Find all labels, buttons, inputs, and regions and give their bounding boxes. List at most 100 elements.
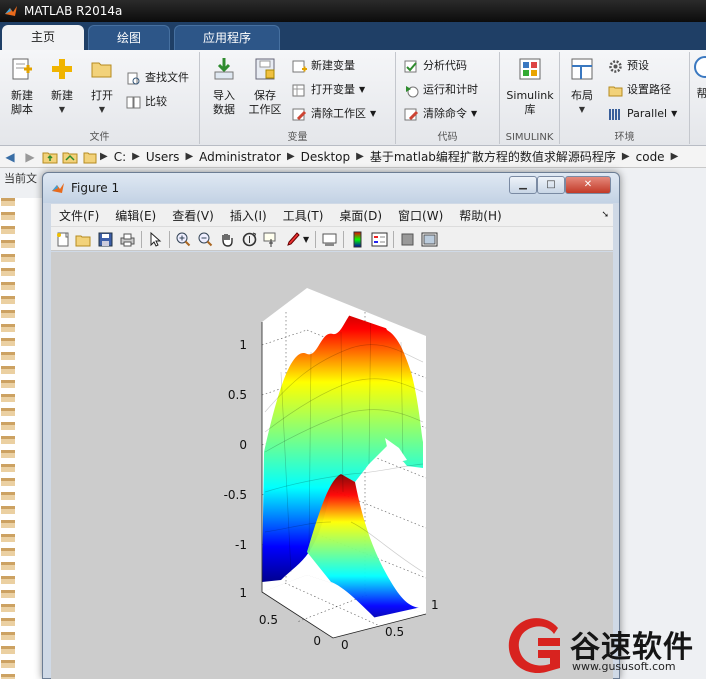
open-label: 打开 bbox=[91, 89, 113, 102]
browse-folder-icon[interactable] bbox=[60, 147, 80, 167]
preferences-button[interactable]: 预设 bbox=[608, 56, 649, 76]
simulink-library-button[interactable]: Simulink 库 bbox=[504, 56, 556, 117]
zoom-in-icon[interactable] bbox=[175, 231, 192, 248]
open-file-icon[interactable] bbox=[75, 231, 92, 248]
analyze-code-button[interactable]: 分析代码 bbox=[404, 56, 467, 76]
section-simulink-label: SIMULINK bbox=[505, 132, 554, 143]
breadcrumb-desktop[interactable]: Desktop bbox=[295, 150, 357, 164]
current-folder-header: 当前文 bbox=[4, 172, 37, 185]
show-plot-tools-icon[interactable] bbox=[421, 231, 438, 248]
import-data-icon bbox=[214, 58, 234, 80]
simulink-library-icon bbox=[519, 58, 541, 80]
select-pointer-icon[interactable] bbox=[147, 231, 164, 248]
insert-legend-icon[interactable] bbox=[371, 231, 388, 248]
compare-icon bbox=[126, 96, 141, 108]
new-variable-button[interactable]: 新建变量 bbox=[292, 56, 355, 76]
set-path-icon bbox=[608, 86, 623, 96]
breadcrumb-project[interactable]: 基于matlab编程扩散方程的数值求解源码程序 bbox=[364, 148, 622, 165]
run-and-time-button[interactable]: 运行和计时 bbox=[404, 80, 478, 100]
preferences-label: 预设 bbox=[627, 59, 649, 72]
file-icons-column bbox=[1, 198, 15, 679]
clear-workspace-label: 清除工作区 bbox=[311, 107, 366, 120]
menu-window[interactable]: 窗口(W) bbox=[390, 207, 451, 224]
brush-icon[interactable] bbox=[285, 231, 302, 248]
section-simulink: Simulink 库 SIMULINK bbox=[500, 52, 560, 144]
matlab-logo-icon bbox=[52, 183, 64, 193]
analyze-code-label: 分析代码 bbox=[423, 59, 467, 72]
maximize-button[interactable]: □ bbox=[537, 176, 565, 194]
close-button[interactable]: ✕ bbox=[565, 176, 611, 194]
rotate-3d-icon[interactable] bbox=[241, 231, 258, 248]
path-separator-icon: ▶ bbox=[621, 151, 630, 162]
new-button[interactable]: 新建 ▼ bbox=[44, 56, 80, 117]
clear-commands-button[interactable]: 清除命令 ▼ bbox=[404, 104, 477, 124]
minimize-button[interactable]: ▁ bbox=[509, 176, 537, 194]
set-path-label: 设置路径 bbox=[627, 83, 671, 96]
menu-edit[interactable]: 编辑(E) bbox=[107, 207, 164, 224]
menu-view[interactable]: 查看(V) bbox=[164, 207, 222, 224]
menu-file[interactable]: 文件(F) bbox=[51, 207, 107, 224]
clear-commands-dropdown-icon: ▼ bbox=[471, 109, 478, 118]
z-tick-label: 0.5 bbox=[228, 388, 247, 402]
breadcrumb-users[interactable]: Users bbox=[140, 150, 186, 164]
layout-label: 布局 bbox=[571, 89, 593, 102]
new-script-label-2: 脚本 bbox=[11, 103, 33, 116]
breadcrumb-administrator[interactable]: Administrator bbox=[193, 150, 287, 164]
open-variable-button[interactable]: 打开变量 ▼ bbox=[292, 80, 365, 100]
save-icon[interactable] bbox=[97, 231, 114, 248]
tab-home[interactable]: 主页 bbox=[2, 25, 84, 50]
toolbar-divider bbox=[393, 231, 394, 248]
help-button[interactable]: 帮 bbox=[692, 54, 706, 101]
parallel-dropdown-icon: ▼ bbox=[671, 109, 678, 118]
data-cursor-icon[interactable] bbox=[263, 231, 280, 248]
forward-arrow-icon[interactable]: ▶ bbox=[20, 147, 40, 167]
dock-arrow-icon[interactable]: ➘ bbox=[601, 210, 609, 220]
set-path-button[interactable]: 设置路径 bbox=[608, 80, 671, 100]
pan-hand-icon[interactable] bbox=[219, 231, 236, 248]
layout-icon bbox=[571, 58, 593, 80]
open-button[interactable]: 打开 ▼ bbox=[84, 56, 120, 117]
brush-dropdown-icon[interactable]: ▼ bbox=[303, 231, 311, 248]
simulink-label-1: Simulink bbox=[506, 89, 554, 102]
new-dropdown-arrow-icon: ▼ bbox=[58, 105, 66, 114]
layout-dropdown-arrow-icon: ▼ bbox=[578, 105, 586, 114]
menu-help[interactable]: 帮助(H) bbox=[451, 207, 509, 224]
tab-plots[interactable]: 绘图 bbox=[88, 25, 170, 50]
z-tick-label: -1 bbox=[235, 538, 247, 552]
link-plot-icon[interactable] bbox=[321, 231, 338, 248]
new-figure-icon[interactable] bbox=[55, 231, 72, 248]
figure-window[interactable]: Figure 1 ▁ □ ✕ 文件(F) 编辑(E) 查看(V) 插入(I) 工… bbox=[42, 172, 620, 679]
folder-open-icon bbox=[91, 62, 112, 78]
clear-commands-icon bbox=[404, 108, 419, 120]
plus-icon bbox=[52, 59, 72, 79]
breadcrumb-code[interactable]: code bbox=[630, 150, 671, 164]
zoom-out-icon[interactable] bbox=[197, 231, 214, 248]
simulink-label-2: 库 bbox=[524, 103, 536, 116]
save-workspace-button[interactable]: 保存 工作区 bbox=[244, 56, 286, 117]
clear-workspace-button[interactable]: 清除工作区 ▼ bbox=[292, 104, 376, 124]
insert-colorbar-icon[interactable] bbox=[349, 231, 366, 248]
tab-apps[interactable]: 应用程序 bbox=[174, 25, 280, 50]
find-files-button[interactable]: 查找文件 bbox=[126, 68, 189, 88]
back-arrow-icon[interactable]: ◀ bbox=[0, 147, 20, 167]
compare-button[interactable]: 比较 bbox=[126, 92, 167, 112]
up-folder-icon[interactable] bbox=[40, 147, 60, 167]
parallel-label: Parallel bbox=[627, 107, 668, 120]
layout-button[interactable]: 布局 ▼ bbox=[564, 56, 600, 117]
hide-plot-tools-icon[interactable] bbox=[399, 231, 416, 248]
gear-icon bbox=[609, 59, 622, 73]
import-data-button[interactable]: 导入 数据 bbox=[206, 56, 242, 117]
toolbar-divider bbox=[141, 231, 142, 248]
menu-insert[interactable]: 插入(I) bbox=[222, 207, 275, 224]
path-separator-icon: ▶ bbox=[286, 151, 295, 162]
open-variable-label: 打开变量 bbox=[311, 83, 355, 96]
menu-tools[interactable]: 工具(T) bbox=[275, 207, 332, 224]
print-icon[interactable] bbox=[119, 231, 136, 248]
new-label: 新建 bbox=[51, 89, 73, 102]
menu-desktop[interactable]: 桌面(D) bbox=[331, 207, 390, 224]
new-script-button[interactable]: 新建 脚本 bbox=[4, 56, 40, 117]
ribbon-tabstrip: 主页 绘图 应用程序 bbox=[0, 22, 706, 50]
parallel-button[interactable]: Parallel ▼ bbox=[608, 104, 677, 124]
breadcrumb-drive[interactable]: C: bbox=[108, 150, 132, 164]
watermark: 谷速软件 www.gususoft.com bbox=[500, 614, 706, 679]
